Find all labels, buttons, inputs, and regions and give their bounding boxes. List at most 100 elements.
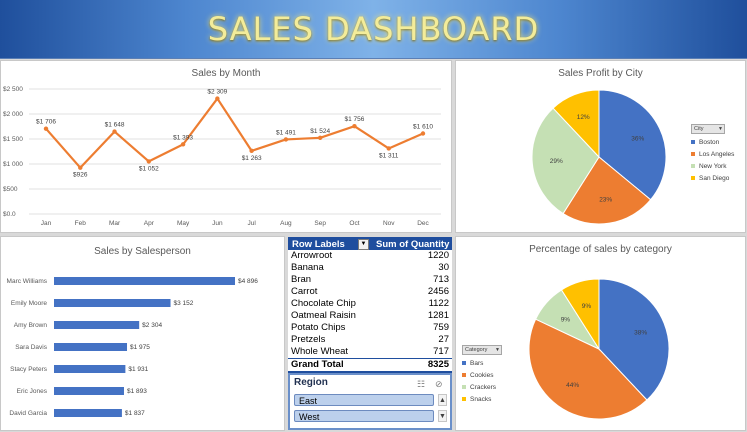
- bar: [54, 365, 126, 373]
- data-label: $1 837: [125, 410, 145, 417]
- legend-label: Crackers: [470, 384, 497, 391]
- data-label: $2 304: [142, 322, 162, 329]
- legend-item[interactable]: San Diego: [691, 175, 734, 182]
- row-label: Carrot: [291, 286, 318, 297]
- legend-item[interactable]: Crackers: [462, 384, 502, 391]
- data-point: [112, 129, 117, 134]
- x-tick-label: Jan: [41, 220, 52, 227]
- legend-label: Boston: [699, 139, 720, 146]
- scroll-up-icon[interactable]: ▲: [438, 394, 447, 406]
- sales-line: [45, 97, 424, 169]
- row-value: 1281: [427, 310, 449, 321]
- scroll-down-icon[interactable]: ▼: [438, 410, 447, 422]
- category-legend[interactable]: Category ▼ Bars Cookies Crackers Snacks: [462, 345, 502, 403]
- data-point: [352, 124, 357, 129]
- chevron-down-icon: ▼: [718, 126, 723, 132]
- legend-label: Los Angeles: [699, 151, 735, 158]
- sales-by-category-panel[interactable]: Percentage of sales by category 38% 44% 9%…: [455, 236, 746, 431]
- legend-label: New York: [699, 163, 727, 170]
- table-row[interactable]: Whole Wheat 717: [288, 346, 452, 358]
- data-point: [215, 96, 220, 101]
- legend-label: San Diego: [699, 175, 730, 182]
- legend-item[interactable]: Los Angeles: [691, 151, 734, 158]
- category-label: David Garcia: [9, 410, 47, 417]
- data-label: $4 896: [238, 278, 258, 285]
- y-tick-label: $0.0: [3, 211, 16, 218]
- row-label: Arrowroot: [291, 250, 333, 261]
- table-row[interactable]: Potato Chips 759: [288, 322, 452, 334]
- y-tick-label: $1 000: [3, 161, 23, 168]
- legend-filter-button[interactable]: Category ▼: [462, 345, 502, 355]
- pivot-header: Row Labels ▼ Sum of Quantity: [288, 237, 452, 250]
- sales-profit-by-city-panel[interactable]: Sales Profit by City 36% 23% 29% 12% City ▼ …: [455, 60, 746, 233]
- data-label: $1 524: [310, 128, 330, 135]
- data-label: $1 975: [130, 344, 150, 351]
- legend-item[interactable]: Boston: [691, 139, 734, 146]
- slicer-item-east[interactable]: East: [294, 394, 434, 406]
- data-label: $1 052: [139, 165, 159, 172]
- slice-value-label: 12%: [577, 114, 590, 121]
- multi-select-icon[interactable]: ☷: [417, 379, 427, 389]
- table-row[interactable]: Arrowroot 1220: [288, 250, 452, 262]
- data-label: $1 610: [413, 124, 433, 131]
- sales-by-salesperson-panel[interactable]: Sales by Salesperson Marc Williams $4 896…: [0, 236, 285, 431]
- row-label: Chocolate Chip: [291, 298, 356, 309]
- row-value: 717: [433, 346, 449, 357]
- pivot-table[interactable]: Row Labels ▼ Sum of Quantity Arrowroot 122…: [288, 237, 452, 373]
- legend-item[interactable]: Bars: [462, 360, 502, 367]
- legend-item[interactable]: New York: [691, 163, 734, 170]
- table-row[interactable]: Carrot 2456: [288, 286, 452, 298]
- x-tick-label: Sep: [314, 220, 326, 227]
- data-label: $3 152: [174, 300, 194, 307]
- legend-item[interactable]: Cookies: [462, 372, 502, 379]
- table-row[interactable]: Oatmeal Raisin 1281: [288, 310, 452, 322]
- bar: [54, 387, 124, 395]
- legend-swatch: [462, 385, 466, 390]
- data-point: [317, 135, 323, 140]
- x-tick-label: Nov: [383, 220, 395, 227]
- data-label: $1 893: [127, 388, 147, 395]
- category-label: Eric Jones: [17, 388, 48, 395]
- row-value: 30: [438, 262, 449, 273]
- sum-of-quantity-header[interactable]: Sum of Quantity: [372, 238, 451, 250]
- y-tick-label: $2 500: [3, 86, 23, 93]
- legend-filter-button[interactable]: City ▼: [691, 124, 725, 134]
- pivot-grand-total[interactable]: Grand Total 8325: [288, 358, 452, 373]
- clear-filter-icon[interactable]: ⊘: [435, 379, 445, 389]
- slice-value-label: 38%: [634, 330, 647, 337]
- slicer-item-west[interactable]: West: [294, 410, 434, 422]
- sales-by-month-panel[interactable]: Sales by Month $2 500 $2 000 $1 500 $1 000 $…: [0, 60, 452, 233]
- y-tick-label: $500: [3, 186, 18, 193]
- table-row[interactable]: Bran 713: [288, 274, 452, 286]
- row-value: 2456: [427, 286, 449, 297]
- x-tick-label: Aug: [280, 220, 292, 227]
- filter-dropdown-button[interactable]: ▼: [358, 239, 369, 250]
- data-label: $1 491: [276, 129, 296, 136]
- row-value: 1220: [427, 250, 449, 261]
- region-slicer[interactable]: Region ☷ ⊘ East West ▲ ▼: [288, 373, 452, 430]
- data-label: $1 263: [242, 155, 262, 162]
- city-legend[interactable]: City ▼ Boston Los Angeles New York San Diego: [691, 124, 734, 182]
- legend-title: Category: [465, 347, 488, 353]
- legend-item[interactable]: Snacks: [462, 396, 502, 403]
- dashboard-banner: SALES DASHBOARD: [0, 0, 747, 59]
- x-tick-label: Mar: [109, 220, 121, 227]
- legend-swatch: [691, 164, 695, 169]
- legend-label: Bars: [470, 360, 484, 367]
- category-label: Emily Moore: [11, 300, 48, 307]
- row-label: Potato Chips: [291, 322, 346, 333]
- table-row[interactable]: Chocolate Chip 1122: [288, 298, 452, 310]
- table-row[interactable]: Pretzels 27: [288, 334, 452, 346]
- sales-by-month-chart: $2 500 $2 000 $1 500 $1 000 $500 $0.0 $1 706 Ja…: [3, 86, 441, 227]
- grand-total-label: Grand Total: [291, 359, 344, 370]
- slice-value-label: 23%: [599, 196, 612, 203]
- row-labels-header[interactable]: Row Labels ▼: [289, 238, 372, 250]
- x-tick-label: Feb: [75, 220, 87, 227]
- x-tick-label: Dec: [417, 220, 429, 227]
- grand-total-value: 8325: [427, 359, 449, 370]
- y-tick-label: $2 000: [3, 111, 23, 118]
- table-row[interactable]: Banana 30: [288, 262, 452, 274]
- data-label: $926: [73, 172, 88, 179]
- slice-value-label: 44%: [566, 382, 579, 389]
- slicer-title: Region: [294, 377, 328, 388]
